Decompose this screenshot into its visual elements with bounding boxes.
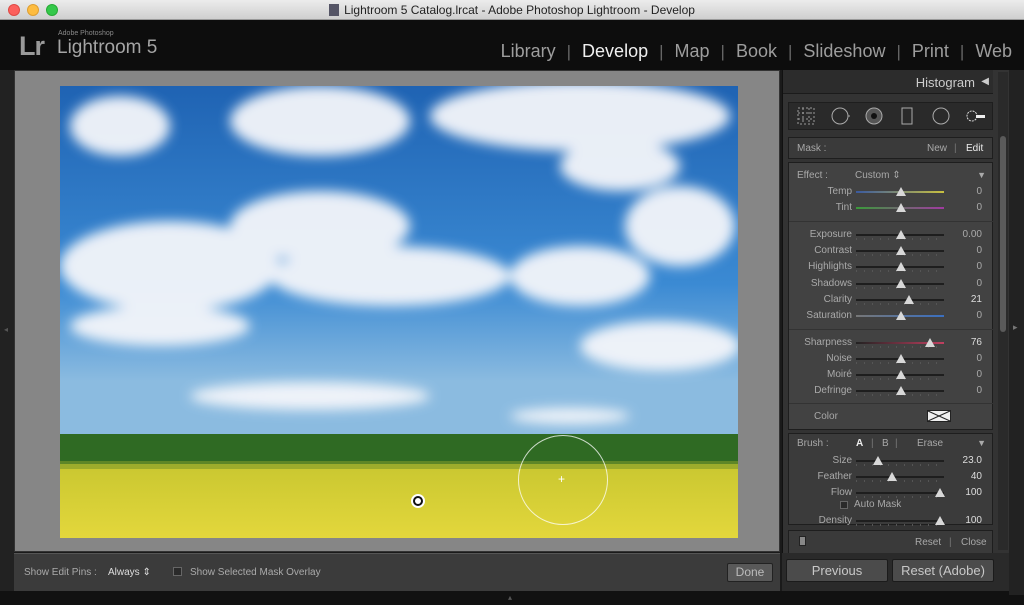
brush-section: Brush : A | B | Erase ▼ Size 23.0 Feather…	[788, 433, 994, 528]
tool-strip	[788, 102, 993, 130]
graduated-filter-icon	[901, 107, 913, 125]
close-button[interactable]: Close	[961, 537, 987, 548]
reset-button[interactable]: Reset	[915, 537, 941, 548]
slider-feather[interactable]: Feather 40	[789, 470, 994, 484]
title-bar: Lightroom 5 Catalog.lrcat - Adobe Photos…	[0, 0, 1024, 20]
slider-noise[interactable]: Noise 0	[789, 352, 994, 366]
module-web[interactable]: Web	[975, 41, 1012, 62]
slider-moire[interactable]: Moiré 0	[789, 368, 994, 382]
auto-mask-label: Auto Mask	[854, 499, 902, 510]
close-window-button[interactable]	[8, 4, 20, 16]
reset-bar: Reset | Close	[788, 530, 993, 554]
expand-filmstrip-icon: ▴	[508, 593, 513, 602]
color-label: Color	[814, 411, 838, 422]
crop-grid-icon	[797, 107, 815, 125]
show-edit-pins-select[interactable]: Always ⇕	[104, 566, 155, 579]
vendor-label: Adobe Photoshop	[58, 30, 114, 37]
panel-scrollbar[interactable]	[998, 72, 1008, 550]
brush-b-button[interactable]: B	[882, 438, 889, 449]
previous-button[interactable]: Previous	[786, 559, 888, 582]
brush-collapse-icon[interactable]: ▼	[977, 438, 986, 448]
color-swatch-none-icon[interactable]	[927, 410, 951, 422]
slider-defringe[interactable]: Defringe 0	[789, 384, 994, 398]
slider-exposure[interactable]: Exposure 0.00	[789, 228, 994, 242]
effect-section: Effect : Custom ⇕ ▼ Temp 0 Tint 0 Exposure…	[788, 162, 994, 430]
radial-filter-tool[interactable]	[931, 106, 951, 126]
slider-clarity[interactable]: Clarity 21	[789, 293, 994, 307]
reset-adobe-button[interactable]: Reset (Adobe)	[892, 559, 994, 582]
red-eye-tool[interactable]	[864, 106, 884, 126]
edit-pin[interactable]	[411, 494, 425, 508]
module-book[interactable]: Book	[736, 41, 777, 62]
module-slideshow[interactable]: Slideshow	[803, 41, 885, 62]
adjustment-brush-icon	[966, 110, 986, 122]
slider-flow[interactable]: Flow 100	[789, 486, 994, 500]
collapse-histogram-icon: ◀	[981, 76, 989, 87]
right-panel: Histogram ◀ Mask : New | Edit Effect : C…	[782, 70, 1009, 560]
show-edit-pins-label: Show Edit Pins :	[24, 567, 97, 578]
photo-landscape	[60, 86, 738, 538]
module-map[interactable]: Map	[675, 41, 710, 62]
histogram-title: Histogram	[915, 75, 975, 90]
photo[interactable]: +	[60, 86, 738, 538]
window-title: Lightroom 5 Catalog.lrcat - Adobe Photos…	[329, 0, 695, 20]
zoom-window-button[interactable]	[46, 4, 58, 16]
brush-label: Brush :	[797, 438, 829, 449]
identity-plate: Lr Adobe Photoshop Lightroom 5 Library | …	[0, 20, 1024, 70]
mask-section: Mask : New | Edit	[788, 137, 993, 159]
module-print[interactable]: Print	[912, 41, 949, 62]
done-button[interactable]: Done	[727, 563, 773, 582]
mask-overlay-checkbox[interactable]	[173, 567, 182, 576]
expand-left-icon: ◂	[4, 325, 9, 334]
module-library[interactable]: Library	[501, 41, 556, 62]
slider-size[interactable]: Size 23.0	[789, 454, 994, 468]
red-eye-icon	[865, 107, 883, 125]
slider-contrast[interactable]: Contrast 0	[789, 244, 994, 258]
module-develop[interactable]: Develop	[582, 41, 648, 62]
brush-erase-button[interactable]: Erase	[917, 438, 943, 449]
effect-preset-select[interactable]: Custom ⇕	[855, 170, 901, 181]
filmstrip-toggle[interactable]: ▴	[0, 591, 1024, 605]
slider-temp[interactable]: Temp 0	[789, 185, 994, 199]
product-name: Lightroom 5	[57, 37, 158, 58]
slider-shadows[interactable]: Shadows 0	[789, 277, 994, 291]
spot-removal-tool[interactable]	[830, 106, 850, 126]
adjustment-brush-tool[interactable]	[965, 106, 986, 126]
document-icon	[329, 4, 340, 16]
crop-tool[interactable]	[796, 106, 816, 126]
image-canvas[interactable]: +	[14, 70, 780, 552]
slider-density[interactable]: Density 100	[789, 514, 994, 528]
brush-crosshair-icon: +	[558, 472, 566, 486]
effect-collapse-icon[interactable]: ▼	[977, 170, 986, 180]
module-picker: Library | Develop | Map | Book | Slideshow | …	[500, 41, 1012, 62]
mask-label: Mask :	[797, 143, 827, 154]
lightroom-logo: Lr	[19, 31, 45, 61]
mask-new-button[interactable]: New	[927, 143, 947, 154]
auto-mask-checkbox[interactable]	[840, 501, 848, 509]
collapse-right-icon: ▸	[1013, 322, 1018, 332]
slider-highlights[interactable]: Highlights 0	[789, 260, 994, 274]
right-panel-toggle[interactable]: ▸	[1009, 70, 1024, 595]
radial-filter-icon	[932, 107, 950, 125]
mask-overlay-label: Show Selected Mask Overlay	[190, 567, 321, 578]
spot-removal-icon	[831, 107, 850, 125]
slider-sharpness[interactable]: Sharpness 76	[789, 336, 994, 350]
panel-switch-icon[interactable]	[799, 536, 806, 546]
left-panel-toggle[interactable]: ◂	[0, 70, 14, 595]
toolbar: Show Edit Pins : Always ⇕ Show Selected …	[14, 553, 780, 591]
slider-saturation[interactable]: Saturation 0	[789, 309, 994, 323]
graduated-filter-tool[interactable]	[897, 106, 917, 126]
histogram-header[interactable]: Histogram ◀	[783, 70, 993, 94]
mask-edit-button[interactable]: Edit	[966, 143, 983, 154]
brush-a-button[interactable]: A	[856, 438, 863, 449]
minimize-window-button[interactable]	[27, 4, 39, 16]
effect-label: Effect :	[797, 170, 828, 181]
slider-tint[interactable]: Tint 0	[789, 201, 994, 215]
